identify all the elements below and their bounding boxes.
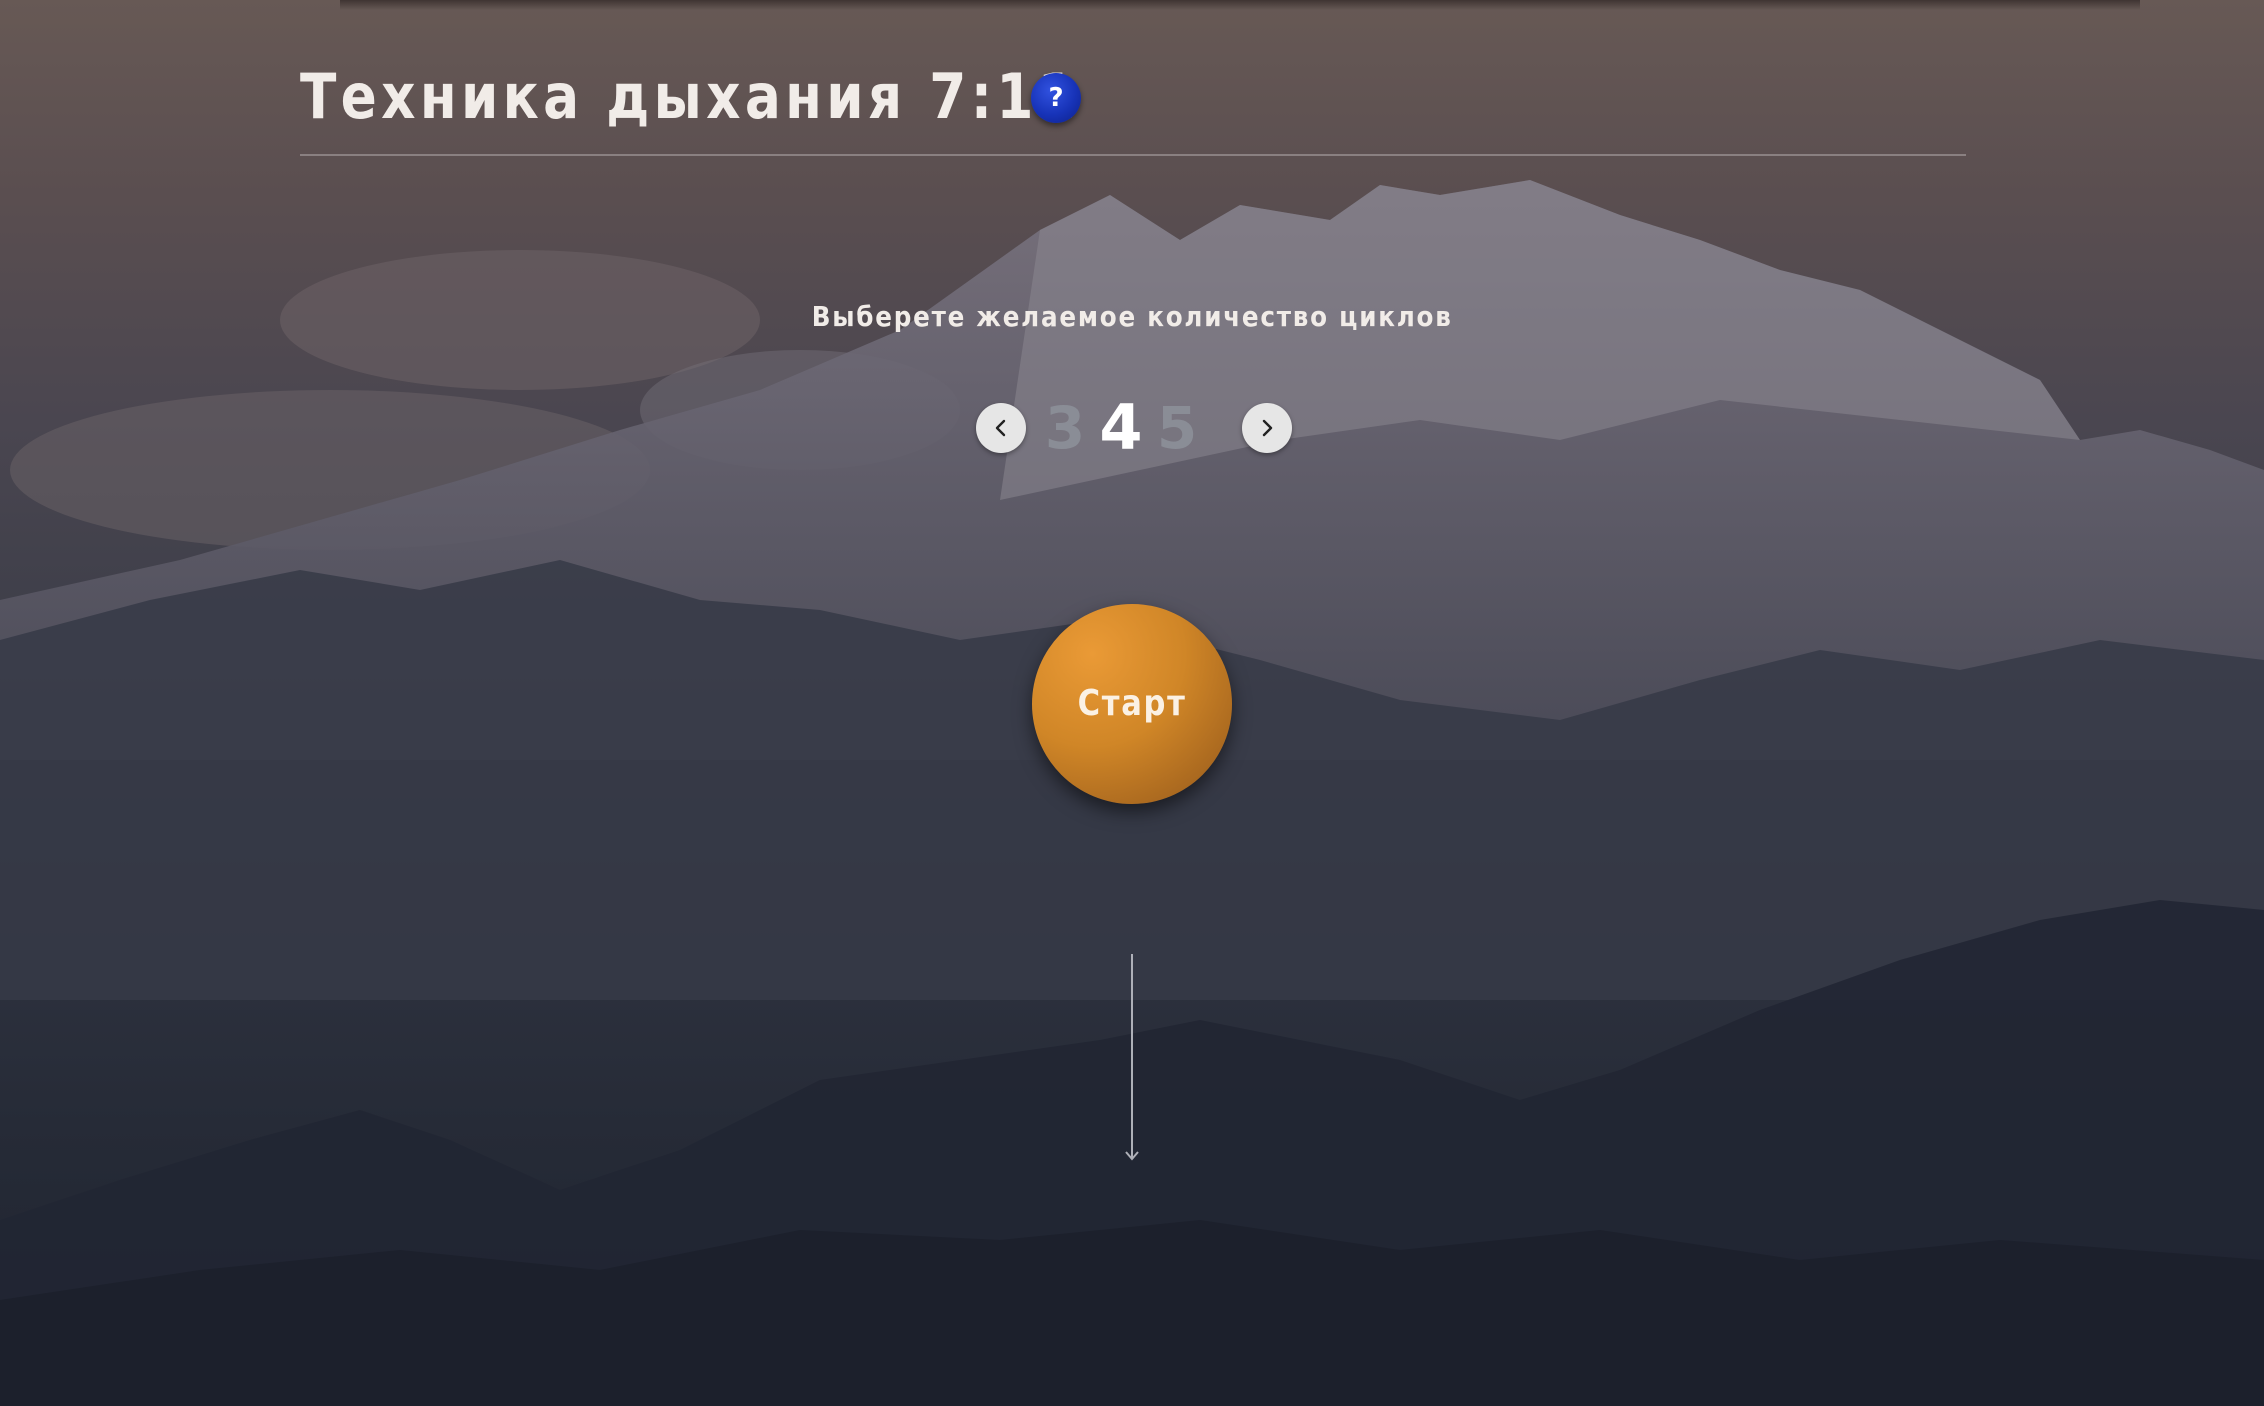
arrow-down-icon[interactable] (1122, 954, 1142, 1164)
cycle-option-next[interactable]: 5 (1152, 398, 1202, 458)
question-mark-icon: ? (1048, 83, 1064, 113)
chevron-left-icon (995, 419, 1006, 437)
next-cycle-button[interactable] (1242, 403, 1292, 453)
start-button[interactable]: Старт (1032, 604, 1232, 804)
cycle-selector: 3 4 5 (972, 397, 1292, 459)
start-button-label: Старт (1077, 683, 1187, 724)
cycle-option-current[interactable]: 4 (1096, 397, 1146, 459)
previous-cycle-button[interactable] (976, 403, 1026, 453)
cycle-option-previous[interactable]: 3 (1040, 398, 1090, 458)
help-button[interactable]: ? (1031, 73, 1081, 123)
chevron-right-icon (1262, 419, 1273, 437)
header: Техника дыхания 7:11 ? (300, 58, 1966, 156)
cycles-prompt-text: Выберете желаемое количество циклов (811, 300, 1453, 333)
page-title: Техника дыхания 7:11 (300, 60, 1080, 133)
cycles-prompt: Выберете желаемое количество циклов (0, 294, 2264, 340)
top-shadow (340, 0, 2140, 10)
page: Техника дыхания 7:11 ? Выберете желаемое… (0, 0, 2264, 1406)
